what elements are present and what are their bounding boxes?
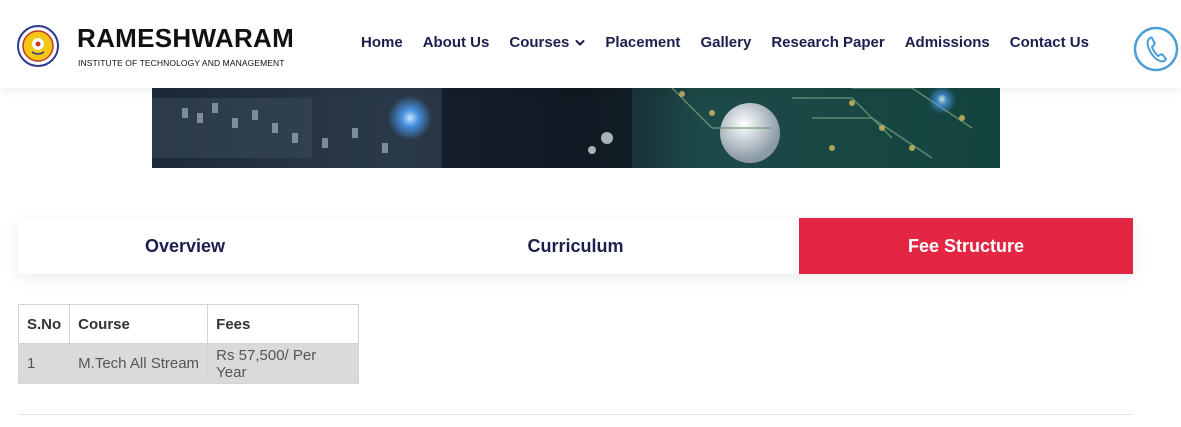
nav-contact-us[interactable]: Contact Us — [1010, 34, 1089, 51]
tab-curriculum[interactable]: Curriculum — [352, 218, 799, 274]
brand-name[interactable]: RAMESHWARAM — [77, 24, 294, 52]
nav-gallery[interactable]: Gallery — [700, 34, 751, 51]
nav-placement-label: Placement — [605, 34, 681, 51]
nav-gallery-label: Gallery — [700, 34, 752, 51]
section-divider — [18, 414, 1133, 415]
nav-contact-us-label: Contact Us — [1009, 34, 1089, 51]
nav-admissions[interactable]: Admissions — [905, 34, 990, 51]
nav-about-us[interactable]: About Us — [423, 34, 490, 51]
nav-home-label: Home — [361, 34, 403, 51]
brand-subtitle: INSTITUTE OF TECHNOLOGY AND MANAGEMENT — [78, 58, 285, 68]
site-header: RAMESHWARAM INSTITUTE OF TECHNOLOGY AND … — [0, 0, 1181, 88]
tab-overview[interactable]: Overview — [18, 218, 352, 274]
column-header-sno: S.No — [17, 304, 71, 344]
main-nav: Home About Us Courses Placement Gallery … — [361, 34, 1109, 51]
nav-about-us-label: About Us — [422, 34, 490, 51]
column-header-fees: Fees — [207, 304, 360, 344]
nav-admissions-label: Admissions — [904, 34, 990, 51]
phone-icon[interactable] — [1133, 26, 1179, 72]
nav-courses[interactable]: Courses — [509, 34, 585, 51]
college-seal-icon[interactable] — [17, 25, 59, 67]
hero-banner-image — [152, 88, 1000, 168]
cell-course: M.Tech All Stream — [69, 343, 209, 384]
table-row: 1 M.Tech All Stream Rs 57,500/ Per Year — [17, 343, 360, 384]
nav-placement[interactable]: Placement — [605, 34, 680, 51]
tab-fee-structure[interactable]: Fee Structure — [799, 218, 1133, 274]
table-header-row: S.No Course Fees — [17, 304, 360, 344]
cell-fees: Rs 57,500/ Per Year — [207, 343, 360, 384]
fee-structure-table: S.No Course Fees 1 M.Tech All Stream Rs … — [17, 304, 360, 384]
nav-research-paper[interactable]: Research Paper — [771, 34, 884, 51]
chevron-down-icon — [575, 39, 585, 46]
nav-home[interactable]: Home — [361, 34, 403, 51]
nav-research-paper-label: Research Paper — [771, 34, 885, 51]
column-header-course: Course — [69, 304, 209, 344]
cell-sno: 1 — [17, 343, 71, 384]
nav-courses-label: Courses — [509, 34, 570, 51]
course-tabs: Overview Curriculum Fee Structure — [18, 218, 1133, 274]
